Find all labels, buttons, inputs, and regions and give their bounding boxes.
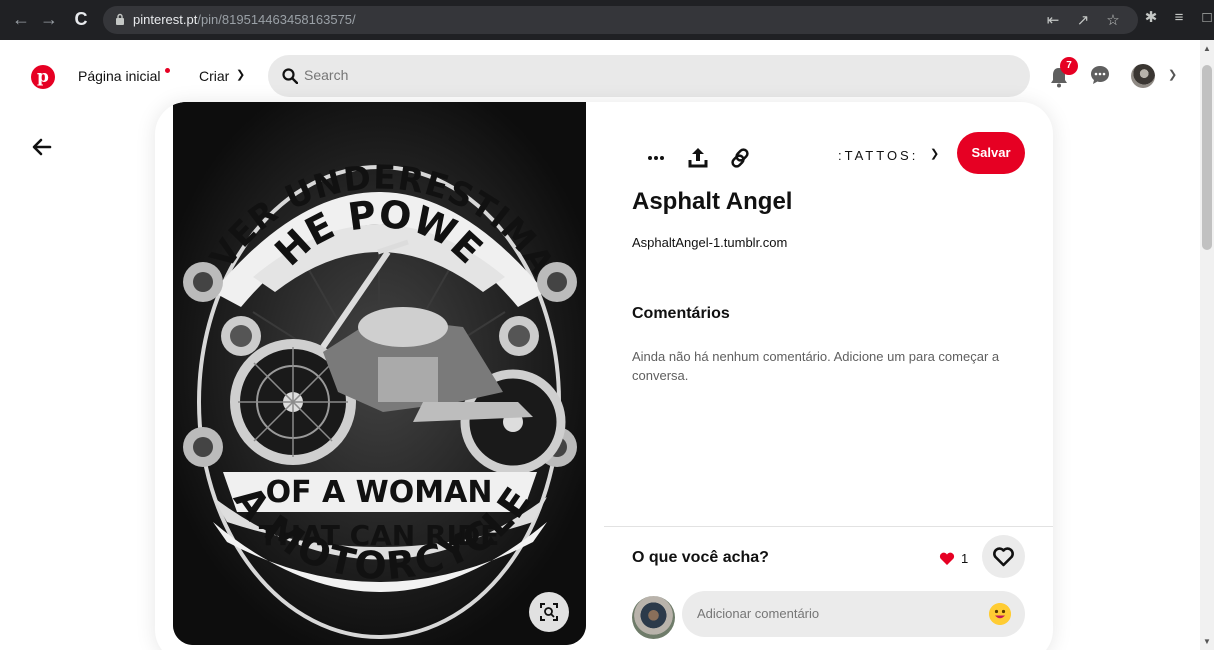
lock-icon xyxy=(116,13,124,25)
copy-link-icon[interactable] xyxy=(726,144,754,172)
messages-icon[interactable] xyxy=(1089,64,1111,86)
chevron-down-icon[interactable]: ❯ xyxy=(236,68,245,81)
back-arrow-icon[interactable] xyxy=(32,137,52,157)
scroll-down-arrow-icon[interactable]: ▼ xyxy=(1203,637,1211,646)
reaction-count: 1 xyxy=(961,551,969,566)
react-button[interactable] xyxy=(982,535,1025,578)
heart-reaction-icon xyxy=(939,552,955,565)
share-icon[interactable]: ↗ xyxy=(1074,11,1092,31)
board-selector[interactable]: :TATTOS: xyxy=(838,148,918,163)
extensions-icon[interactable]: ✱ xyxy=(1142,8,1160,28)
pin-actions xyxy=(642,144,768,172)
visual-search-button[interactable] xyxy=(529,592,569,632)
pin-closeup-card: NEVER UNDERESTIMATE THE POWER xyxy=(155,102,1053,650)
reading-list-icon[interactable]: ≡ xyxy=(1170,8,1188,28)
url-text: pinterest.pt/pin/819514463458163575/ xyxy=(133,12,356,27)
url-host: pinterest.pt xyxy=(133,12,198,27)
search-icon xyxy=(282,68,298,84)
emoji-picker-icon[interactable] xyxy=(989,603,1011,625)
pinterest-logo-icon[interactable]: p xyxy=(31,65,55,89)
current-user-avatar xyxy=(632,596,675,639)
url-path: /pin/819514463458163575/ xyxy=(197,12,356,27)
pin-image[interactable]: NEVER UNDERESTIMATE THE POWER xyxy=(173,102,586,645)
save-button[interactable]: Salvar xyxy=(957,132,1025,174)
scroll-thumb[interactable] xyxy=(1202,65,1212,250)
account-chevron-down-icon[interactable]: ❯ xyxy=(1168,68,1177,81)
share-upload-icon[interactable] xyxy=(684,144,712,172)
nav-create-button[interactable]: Criar xyxy=(199,68,229,84)
scroll-up-arrow-icon[interactable]: ▲ xyxy=(1203,44,1211,53)
board-chevron-down-icon[interactable]: ❯ xyxy=(930,147,939,160)
page-scrollbar[interactable]: ▲ ▼ xyxy=(1200,40,1214,650)
visual-search-icon xyxy=(540,603,558,621)
divider xyxy=(604,526,1053,527)
heart-outline-icon xyxy=(993,547,1014,567)
search-input[interactable]: Search xyxy=(268,55,1030,97)
pin-source-link[interactable]: AsphaltAngel-1.tumblr.com xyxy=(632,235,787,250)
unread-dot xyxy=(165,68,170,73)
search-placeholder: Search xyxy=(304,67,349,83)
bookmark-star-icon[interactable]: ☆ xyxy=(1104,11,1122,31)
notification-badge: 7 xyxy=(1060,57,1078,75)
comments-empty-text: Ainda não há nenhum comentário. Adicione… xyxy=(632,349,1000,383)
image-text-line3: OF A WOMAN xyxy=(266,475,493,510)
comment-input[interactable]: Adicionar comentário xyxy=(682,591,1025,637)
comment-input-placeholder: Adicionar comentário xyxy=(697,606,820,621)
motorcycle-artwork: NEVER UNDERESTIMATE THE POWER xyxy=(173,102,586,645)
browser-toolbar: ← → C pinterest.pt/pin/81951446345816357… xyxy=(0,0,1214,40)
comments-heading: Comentários xyxy=(632,305,730,322)
reload-icon[interactable]: C xyxy=(70,8,92,30)
forward-nav-icon[interactable]: → xyxy=(38,8,60,30)
install-icon[interactable]: ⇤ xyxy=(1044,11,1062,31)
user-avatar[interactable] xyxy=(1131,64,1155,88)
pin-title: Asphalt Angel xyxy=(632,188,793,215)
back-nav-icon[interactable]: ← xyxy=(10,8,32,30)
address-bar[interactable]: pinterest.pt/pin/819514463458163575/ ⇤ ↗… xyxy=(103,6,1138,34)
more-options-icon[interactable] xyxy=(642,144,670,172)
feedback-question: O que você acha? xyxy=(632,549,769,566)
nav-home-link[interactable]: Página inicial xyxy=(78,68,161,84)
side-panel-icon[interactable]: □ xyxy=(1198,8,1214,28)
